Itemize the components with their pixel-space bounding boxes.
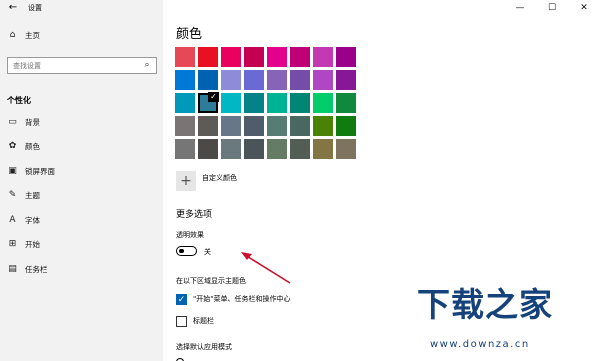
arrow-shaft	[244, 254, 291, 284]
watermark-logo-text: 下载之家	[417, 285, 553, 324]
watermark-url: www.downza.cn	[430, 339, 530, 350]
